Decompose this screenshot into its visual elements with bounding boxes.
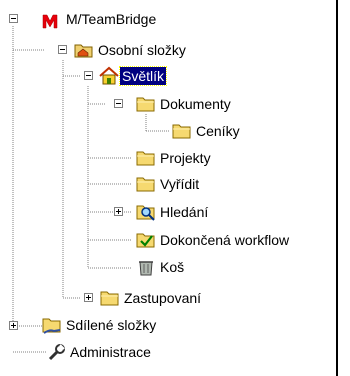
collapse-toggle-dokumenty[interactable]	[114, 99, 123, 108]
tree-item-zastupovani[interactable]: Zastupovaní	[122, 289, 203, 307]
tree-item-osobni[interactable]: Osobní složky	[96, 41, 188, 59]
collapse-toggle-root[interactable]	[9, 14, 18, 23]
folder-icon	[172, 122, 192, 140]
expand-toggle-zastupovani[interactable]	[84, 293, 93, 302]
tree-item-ceniky[interactable]: Ceníky	[194, 122, 242, 140]
tree-item-svetlik[interactable]: Světlík	[118, 66, 168, 86]
expand-toggle-sdilene[interactable]	[9, 321, 18, 330]
folder-icon	[100, 289, 120, 307]
folder-icon	[136, 175, 156, 193]
tree-item-dokoncena[interactable]: Dokončená workflow	[158, 231, 291, 249]
tree-item-root[interactable]: M/TeamBridge	[64, 10, 158, 28]
tree-item-hledani[interactable]: Hledání	[158, 203, 210, 221]
tree-item-administrace[interactable]: Administrace	[68, 343, 153, 361]
tree-item-projekty[interactable]: Projekty	[158, 149, 213, 167]
expand-toggle-hledani[interactable]	[114, 207, 123, 216]
wrench-icon	[46, 343, 66, 361]
tree-item-dokumenty[interactable]: Dokumenty	[158, 95, 233, 113]
tree-view: M/TeamBridge Osobní složky Světlík Dokum…	[0, 0, 336, 376]
folder-icon	[136, 149, 156, 167]
tree-item-sdilene[interactable]: Sdílené složky	[64, 316, 158, 334]
search-folder-icon	[136, 203, 156, 221]
tree-item-vyridit[interactable]: Vyřídit	[158, 175, 201, 193]
completed-folder-icon	[136, 231, 156, 249]
trash-icon	[136, 258, 156, 276]
shared-folder-icon	[42, 316, 62, 334]
house-icon	[98, 66, 119, 85]
panel-border	[336, 0, 338, 376]
home-folder-icon	[74, 41, 94, 59]
collapse-toggle-osobni[interactable]	[58, 45, 67, 54]
folder-icon	[136, 95, 156, 113]
collapse-toggle-svetlik[interactable]	[84, 71, 93, 80]
tree-item-kos[interactable]: Koš	[158, 258, 186, 276]
teambridge-logo-icon	[40, 12, 60, 30]
